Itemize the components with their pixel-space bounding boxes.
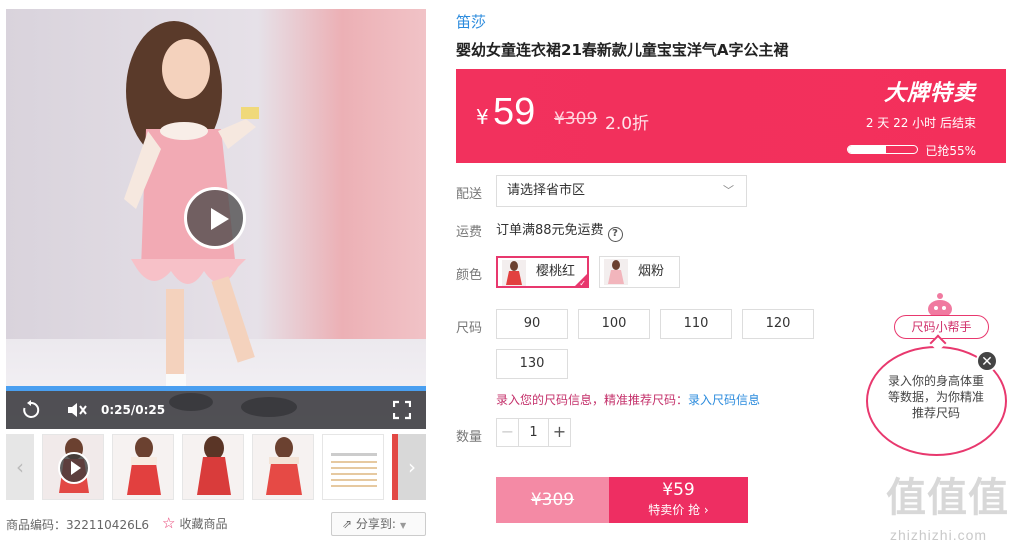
share-button[interactable]: ⇗ 分享到: ▼: [331, 512, 426, 536]
mute-icon[interactable]: [66, 400, 88, 420]
thumbnail-strip: ‹ ›: [6, 434, 426, 500]
size-hint: 录入您的尺码信息，精准推荐尺码：录入尺码信息: [496, 391, 760, 408]
flash-sale-tag: 大牌特卖: [883, 81, 976, 106]
countdown: 2 天 22 小时 后结束: [865, 116, 976, 130]
color-option-label: 樱桃红: [536, 264, 576, 279]
size-option-100[interactable]: 100: [578, 309, 650, 339]
brand-link[interactable]: 笛莎: [456, 11, 486, 32]
thumbnail-prev-button[interactable]: ‹: [6, 434, 34, 500]
buy-original-price: ¥309: [496, 477, 609, 523]
delivery-region-select[interactable]: 请选择省市区 ﹀: [496, 175, 747, 207]
shipping-label: 运费: [456, 225, 483, 240]
size-option-90[interactable]: 90: [496, 309, 568, 339]
favorite-label: 收藏商品: [179, 517, 228, 531]
buy-action-label: 特卖价 抢 ›: [648, 503, 709, 517]
size-option-130[interactable]: 130: [496, 349, 568, 379]
buy-button[interactable]: ¥309 ¥59 特卖价 抢 ›: [496, 477, 748, 523]
thumbnail-image: [253, 435, 313, 499]
thumbnail-image-1[interactable]: [112, 434, 174, 500]
color-label: 颜色: [456, 268, 483, 283]
size-hint-text: 录入您的尺码信息，精准推荐尺码：: [496, 393, 689, 407]
watermark-logo: 值值值: [886, 475, 1009, 521]
delivery-label: 配送: [456, 187, 483, 202]
check-icon: ✓: [579, 279, 586, 288]
currency-symbol: ¥: [476, 105, 489, 129]
original-price: ¥309: [554, 109, 598, 129]
thumbnail-image: [183, 435, 243, 499]
sold-progress-fill: [848, 146, 886, 153]
thumbnail-image-3[interactable]: [252, 434, 314, 500]
thumbnail-play-icon: [58, 452, 90, 484]
buy-sale-area: ¥59 特卖价 抢 ›: [609, 477, 748, 523]
color-option-cherry-red[interactable]: 樱桃红 ✓: [496, 256, 589, 288]
video-time: 0:25/0:25: [101, 403, 166, 417]
replay-icon[interactable]: [21, 400, 41, 420]
watermark-text: zhizhizhi.com: [890, 527, 988, 543]
shipping-text: 订单满88元免运费: [496, 223, 604, 238]
size-option-120[interactable]: 120: [742, 309, 814, 339]
fullscreen-icon[interactable]: [393, 400, 411, 420]
size-option-110[interactable]: 110: [660, 309, 732, 339]
thumbnail-video[interactable]: [42, 434, 104, 500]
quantity-input[interactable]: [519, 419, 548, 446]
chevron-down-icon: ﹀: [723, 184, 734, 197]
sku-code: 商品编码：322110426L6: [6, 518, 150, 532]
thumbnail-image-2[interactable]: [182, 434, 244, 500]
product-title: 婴幼女童连衣裙21春新款儿童宝宝洋气A字公主裙: [456, 41, 789, 59]
color-swatch-image: [502, 260, 526, 286]
thumbnail-image: [113, 435, 173, 499]
size-helper-button[interactable]: 尺码小帮手: [894, 315, 989, 339]
color-option-label: 烟粉: [638, 264, 665, 279]
product-page: 0:25/0:25 ‹ › 商品编码：322110426L6 ☆ 收藏商品 ⇗ …: [0, 0, 1033, 549]
color-option-smoke-pink[interactable]: 烟粉: [599, 256, 680, 288]
delivery-placeholder: 请选择省市区: [507, 183, 586, 198]
share-icon: ⇗: [342, 517, 353, 531]
size-label: 尺码: [456, 321, 483, 336]
enter-size-link[interactable]: 录入尺码信息: [688, 393, 760, 407]
thumbnail-size-chart[interactable]: [322, 434, 384, 500]
buy-sale-price: ¥59: [662, 480, 695, 500]
star-icon: ☆: [162, 514, 176, 532]
share-label: 分享到:: [355, 517, 396, 531]
thumbnail-next-button[interactable]: ›: [398, 434, 426, 500]
discount: 2.0折: [605, 114, 650, 134]
sale-price: 59: [493, 91, 536, 133]
color-swatch-image: [604, 259, 628, 285]
product-meta: 商品编码：322110426L6 ☆ 收藏商品 ⇗ 分享到: ▼: [6, 512, 426, 536]
quantity-label: 数量: [456, 430, 483, 445]
close-icon[interactable]: ✕: [976, 350, 998, 372]
favorite-button[interactable]: ☆ 收藏商品: [162, 514, 227, 532]
shipping-info: 订单满88元免运费?: [496, 219, 623, 242]
watermark: 值值值 zhizhizhi.com: [850, 465, 1030, 545]
video-controls: 0:25/0:25: [6, 391, 426, 429]
caret-down-icon: ▼: [399, 521, 407, 530]
sold-progress-bar: [847, 145, 918, 154]
decrease-button[interactable]: −: [497, 419, 519, 446]
sold-percent: 已抢55%: [925, 144, 976, 158]
quantity-stepper: − +: [496, 418, 571, 447]
play-button[interactable]: [184, 187, 246, 249]
product-video[interactable]: 0:25/0:25: [6, 9, 426, 429]
increase-button[interactable]: +: [548, 419, 570, 446]
size-chart-image: [323, 435, 383, 499]
help-icon[interactable]: ?: [607, 227, 623, 242]
price-band: ¥ 59 ¥309 2.0折 大牌特卖 2 天 22 小时 后结束 已抢55%: [456, 69, 1006, 163]
size-helper-text: 录入你的身高体重等数据，为你精准推荐尺码: [887, 374, 984, 420]
